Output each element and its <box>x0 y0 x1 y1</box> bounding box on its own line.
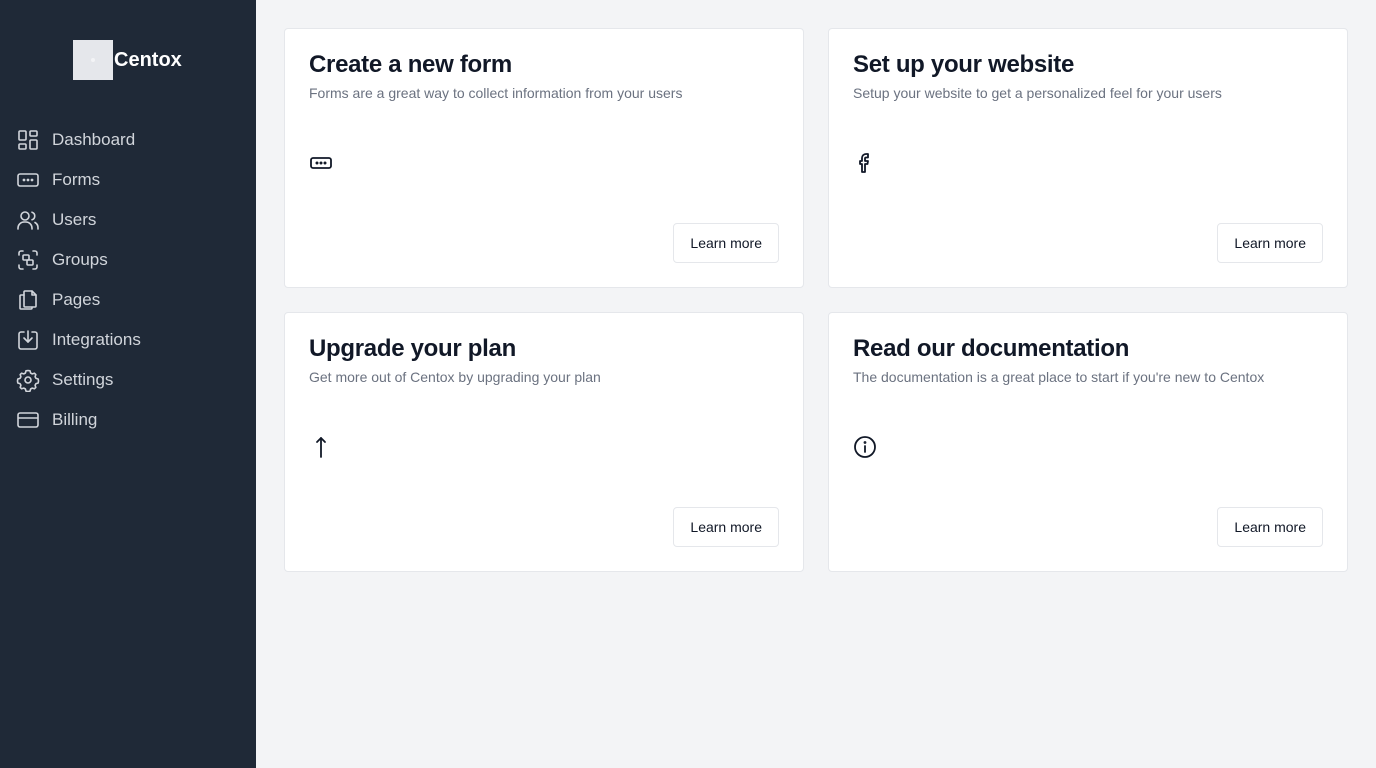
facebook-icon <box>853 151 877 175</box>
card-title: Upgrade your plan <box>309 335 516 362</box>
brand-logo <box>73 40 113 80</box>
sidebar-item-users[interactable]: Users <box>16 200 240 240</box>
learn-more-button[interactable]: Learn more <box>673 507 779 547</box>
brand[interactable]: Centox <box>73 40 182 80</box>
card-setup-website: Set up your website Setup your website t… <box>828 28 1348 288</box>
card-description: Forms are a great way to collect informa… <box>309 85 683 101</box>
sidebar-item-pages[interactable]: Pages <box>16 280 240 320</box>
learn-more-button[interactable]: Learn more <box>1217 507 1323 547</box>
sidebar-item-label: Settings <box>52 370 114 389</box>
sidebar-item-groups[interactable]: Groups <box>16 240 240 280</box>
sidebar-item-label: Forms <box>52 170 101 189</box>
brand-name: Centox <box>114 48 182 71</box>
sidebar-item-dashboard[interactable]: Dashboard <box>16 120 240 160</box>
gear-icon <box>16 368 40 392</box>
dashboard-icon <box>16 128 40 152</box>
card-description: Setup your website to get a personalized… <box>853 85 1222 101</box>
sidebar-item-settings[interactable]: Settings <box>16 360 240 400</box>
sidebar-item-label: Groups <box>52 250 108 269</box>
sidebar-item-label: Pages <box>52 290 101 309</box>
sidebar-nav: Dashboard Forms Users Groups Pages Integ… <box>16 120 240 440</box>
sidebar-item-billing[interactable]: Billing <box>16 400 240 440</box>
download-box-icon <box>16 328 40 352</box>
sidebar-item-integrations[interactable]: Integrations <box>16 320 240 360</box>
info-icon <box>853 435 877 459</box>
card-title: Read our documentation <box>853 335 1130 362</box>
groups-icon <box>16 248 40 272</box>
users-icon <box>16 208 40 232</box>
learn-more-button[interactable]: Learn more <box>1217 223 1323 263</box>
card-description: Get more out of Centox by upgrading your… <box>309 369 601 385</box>
form-input-icon <box>309 151 333 175</box>
form-input-icon <box>16 168 40 192</box>
credit-card-icon <box>16 408 40 432</box>
card-upgrade-plan: Upgrade your plan Get more out of Centox… <box>284 312 804 572</box>
card-read-documentation: Read our documentation The documentation… <box>828 312 1348 572</box>
card-create-form: Create a new form Forms are a great way … <box>284 28 804 288</box>
learn-more-button[interactable]: Learn more <box>673 223 779 263</box>
card-description: The documentation is a great place to st… <box>853 369 1265 385</box>
card-title: Set up your website <box>853 51 1075 78</box>
arrow-up-icon <box>309 435 333 459</box>
pages-icon <box>16 288 40 312</box>
sidebar-item-label: Integrations <box>52 330 141 349</box>
sidebar: Centox Dashboard Forms Users Groups Page… <box>0 0 256 768</box>
sidebar-item-label: Dashboard <box>52 130 136 149</box>
sidebar-item-label: Billing <box>52 410 98 429</box>
sidebar-item-forms[interactable]: Forms <box>16 160 240 200</box>
card-title: Create a new form <box>309 51 512 78</box>
sidebar-item-label: Users <box>52 210 97 229</box>
